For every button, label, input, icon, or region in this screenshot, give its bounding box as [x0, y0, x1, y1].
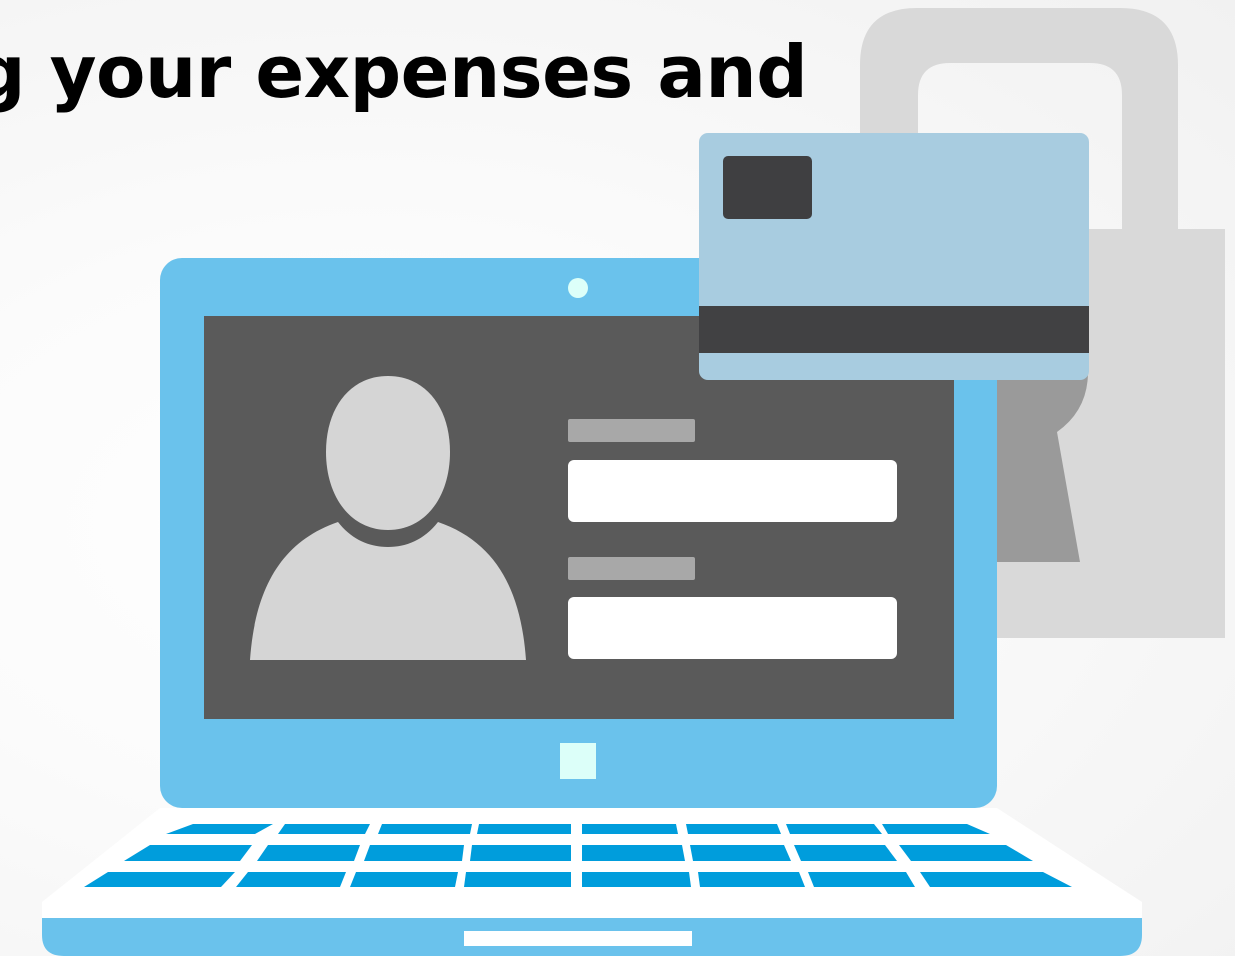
key	[84, 872, 235, 887]
key	[477, 824, 571, 834]
key	[236, 872, 346, 887]
key	[364, 845, 464, 861]
key	[686, 824, 781, 834]
form-label-1	[568, 419, 695, 442]
form-field-2	[568, 597, 897, 659]
key	[582, 845, 685, 861]
laptop-home-button	[560, 743, 596, 779]
key	[470, 845, 571, 861]
key	[794, 845, 897, 861]
key	[690, 845, 791, 861]
user-head	[326, 376, 450, 530]
laptop-camera	[568, 278, 588, 298]
key	[464, 872, 571, 887]
key	[582, 824, 678, 834]
key	[378, 824, 472, 834]
key	[278, 824, 370, 834]
form-label-2	[568, 557, 695, 580]
security-illustration	[42, 8, 1225, 956]
credit-card-icon	[699, 133, 1089, 380]
key	[350, 872, 458, 887]
key	[257, 845, 360, 861]
form-field-1	[568, 460, 897, 522]
key	[582, 872, 691, 887]
trackpad	[464, 931, 692, 946]
key	[808, 872, 915, 887]
card-chip	[723, 156, 812, 219]
key	[698, 872, 805, 887]
card-magnetic-stripe	[699, 306, 1089, 353]
key	[786, 824, 882, 834]
